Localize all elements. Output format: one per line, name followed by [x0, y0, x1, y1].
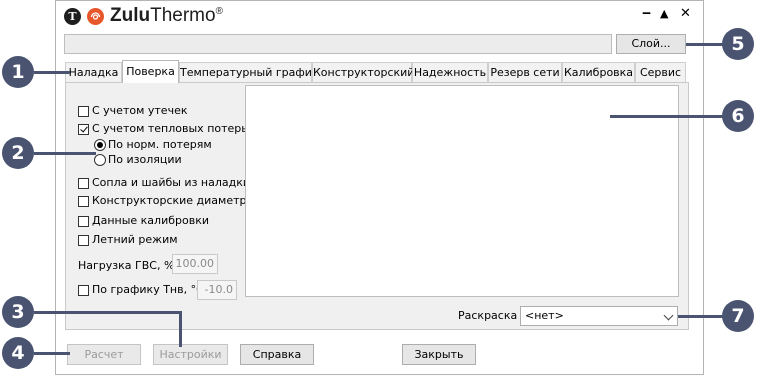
tab-poverka[interactable]: Поверка [122, 60, 179, 83]
callout-4-badge: 4 [2, 337, 34, 369]
callout-2-badge: 2 [2, 137, 34, 169]
callout-3-line-v [179, 311, 182, 347]
tab-service[interactable]: Сервис [635, 62, 686, 82]
logo-t-icon: T [64, 8, 81, 25]
leaks-label: С учетом утечек [92, 104, 188, 117]
help-button[interactable]: Справка [240, 344, 314, 365]
design-diameters-checkbox[interactable] [78, 196, 89, 207]
tab-reliability[interactable]: Надежность [412, 62, 488, 82]
dhw-load-field[interactable]: 100.00 [172, 254, 218, 274]
calculate-button[interactable]: Расчет [67, 344, 141, 365]
callout-3-line-h [34, 311, 181, 314]
calibration-data-checkbox[interactable] [78, 216, 89, 227]
nozzles-checkbox[interactable] [78, 178, 89, 189]
tab-network-reserve[interactable]: Резерв сети [488, 62, 562, 82]
chevron-down-icon [663, 310, 674, 321]
summer-mode-label: Летний режим [92, 233, 178, 246]
layer-button[interactable]: Слой... [616, 34, 686, 54]
heat-loss-checkbox[interactable] [78, 124, 89, 135]
dhw-load-label: Нагрузка ГВС, % [78, 259, 175, 272]
design-diameters-label: Конструкторские диаметры [92, 194, 256, 207]
nozzles-label: Сопла и шайбы из наладки [92, 176, 251, 189]
coloring-select[interactable]: <нет> [520, 306, 678, 326]
callout-1-badge: 1 [2, 56, 34, 88]
tab-naladka[interactable]: Наладка [65, 62, 122, 82]
tab-calibration[interactable]: Калибровка [562, 62, 635, 82]
maximize-button[interactable]: ▲ [660, 7, 668, 20]
callout-1-line [34, 71, 70, 74]
callout-6-line [610, 115, 726, 118]
by-schedule-label: По графику Тнв, °C [92, 283, 204, 296]
leaks-checkbox[interactable] [78, 106, 89, 117]
status-field [64, 34, 612, 54]
by-schedule-checkbox[interactable] [78, 285, 89, 296]
callout-7-line [678, 315, 726, 318]
callout-4-line [34, 352, 70, 355]
tab-design[interactable]: Конструкторский [312, 62, 414, 82]
tab-temperature-schedule[interactable]: Температурный график [179, 62, 319, 82]
insulation-label: По изоляции [108, 153, 182, 166]
summer-mode-checkbox[interactable] [78, 235, 89, 246]
logo-signal-icon [87, 8, 104, 25]
coloring-value: <нет> [525, 309, 564, 322]
heat-loss-label: С учетом тепловых потерь [92, 122, 248, 135]
norm-losses-radio[interactable] [94, 139, 106, 151]
close-window-button[interactable]: ✕ [680, 6, 691, 21]
settings-button[interactable]: Настройки [153, 344, 228, 365]
callout-2-line [34, 152, 96, 155]
close-button[interactable]: Закрыть [402, 344, 476, 365]
calibration-data-label: Данные калибровки [92, 214, 210, 227]
callout-6-badge: 6 [722, 100, 754, 132]
norm-losses-label: По норм. потерям [108, 138, 212, 151]
app-title: ZuluThermo® [110, 5, 223, 26]
callout-5-badge: 5 [722, 28, 754, 60]
callout-3-badge: 3 [2, 296, 34, 328]
minimize-button[interactable]: ‒ [642, 6, 651, 21]
schedule-temp-field[interactable]: -10.0 [197, 280, 237, 300]
coloring-label: Раскраска [458, 309, 518, 322]
callout-5-line [686, 43, 726, 46]
callout-7-badge: 7 [722, 300, 754, 332]
insulation-radio[interactable] [94, 154, 106, 166]
